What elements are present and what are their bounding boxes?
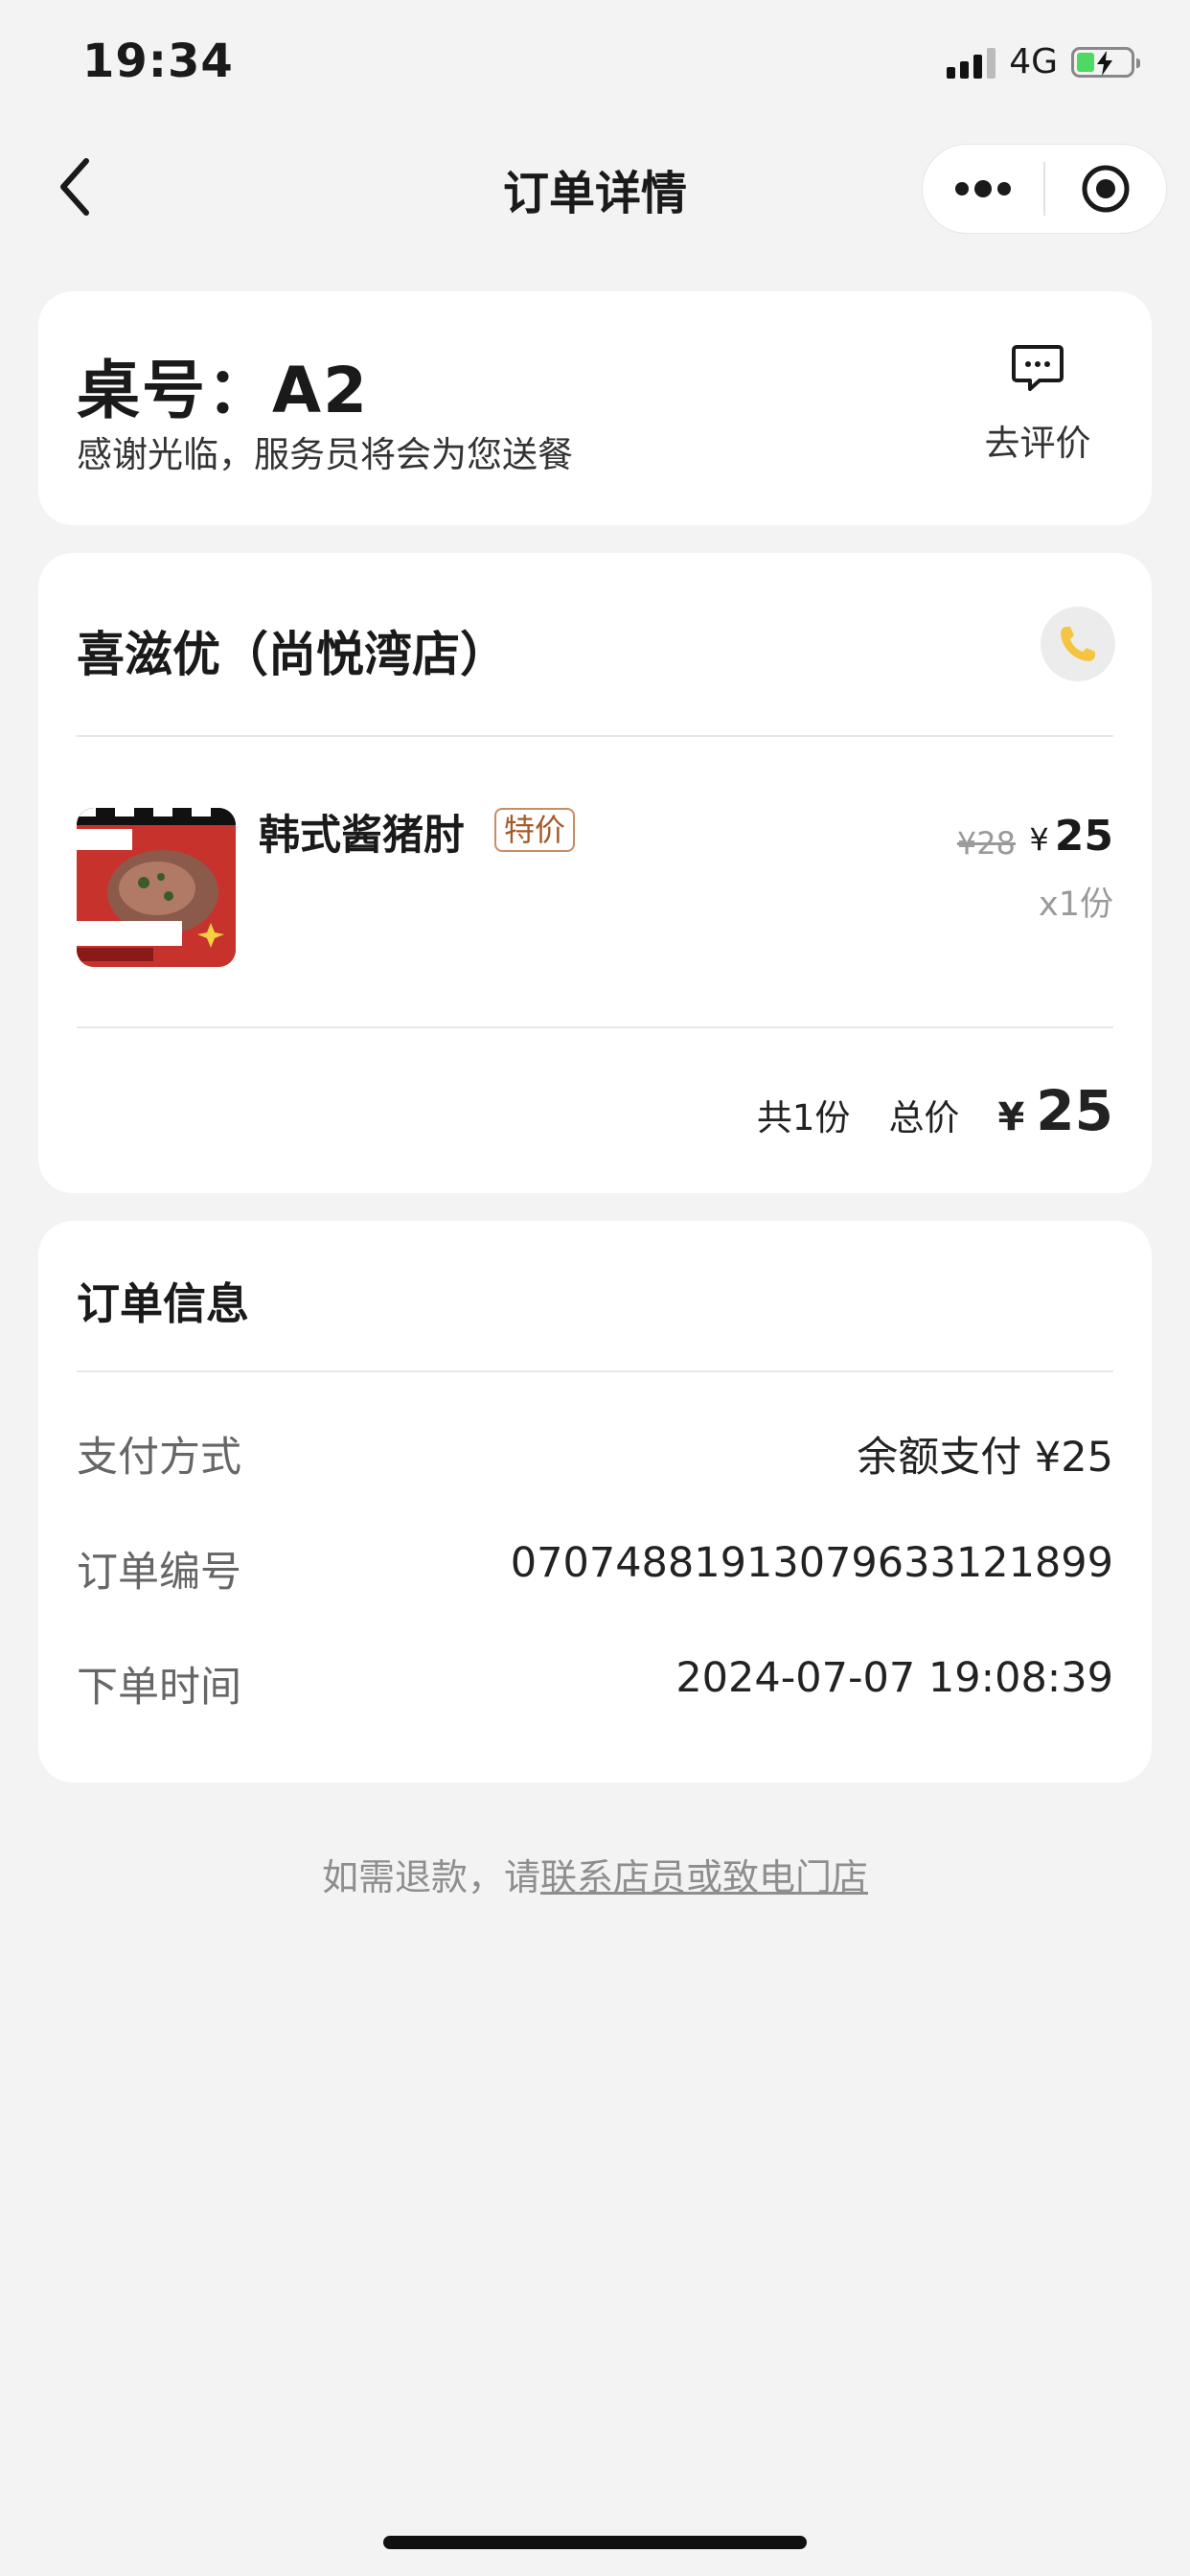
status-icons: 4G bbox=[947, 42, 1140, 81]
row-value[interactable]: 070748819130796331218​99 bbox=[511, 1539, 1113, 1598]
status-time: 19:34 bbox=[82, 34, 234, 88]
divider bbox=[77, 1026, 1113, 1028]
order-time-row: 下单时间 2024-07-07 19:08:39 bbox=[77, 1654, 1113, 1714]
battery-icon bbox=[1071, 46, 1140, 78]
original-price: ¥28 bbox=[956, 825, 1016, 862]
network-type: 4G bbox=[1009, 42, 1058, 81]
item-quantity: x1份 bbox=[1039, 886, 1113, 924]
table-number: 桌号：A2 bbox=[77, 354, 370, 427]
call-shop-button[interactable] bbox=[1041, 607, 1115, 681]
row-label: 下单时间 bbox=[77, 1664, 241, 1712]
row-label: 支付方式 bbox=[77, 1434, 241, 1482]
row-value: 余额支付 ¥25 bbox=[857, 1434, 1113, 1482]
total-row: 共1份 总价 ¥25 bbox=[757, 1078, 1113, 1143]
order-info-title: 订单信息 bbox=[77, 1278, 250, 1329]
order-info-card: 订单信息 支付方式 余额支付 ¥25 订单编号 0707488191307963… bbox=[38, 1221, 1152, 1782]
total-label: 总价 bbox=[888, 1097, 960, 1138]
chat-bubble-icon bbox=[1012, 345, 1064, 391]
table-card: 桌号：A2 感谢光临，服务员将会为您送餐 去评价 bbox=[38, 291, 1152, 525]
target-close-icon bbox=[1082, 165, 1130, 213]
more-dots-icon bbox=[955, 180, 1011, 197]
row-value: 2024-07-07 19:08:39 bbox=[675, 1654, 1113, 1702]
contact-store-link[interactable]: 联系店员或致电门店 bbox=[540, 1856, 868, 1898]
close-mini-program-button[interactable] bbox=[1045, 145, 1166, 233]
order-number-row: 订单编号 070748819130796331218​99 bbox=[77, 1539, 1113, 1598]
special-price-tag: 特价 bbox=[494, 808, 576, 852]
shop-card: 喜滋优（尚悦湾店） 韩式酱猪肘 特价 ¥28 ¥25 x1份 共1份 总价 ¥2… bbox=[38, 553, 1152, 1193]
mini-program-capsule bbox=[922, 144, 1167, 234]
row-label: 订单编号 bbox=[77, 1549, 241, 1597]
refund-note: 如需退款，请联系店员或致电门店 bbox=[0, 1848, 1190, 1900]
total-amount: ¥25 bbox=[997, 1078, 1113, 1143]
refund-prefix: 如需退款，请 bbox=[321, 1856, 540, 1898]
review-button[interactable]: 去评价 bbox=[975, 343, 1100, 466]
divider bbox=[77, 1370, 1113, 1372]
table-subtitle: 感谢光临，服务员将会为您送餐 bbox=[77, 434, 573, 475]
more-button[interactable] bbox=[923, 145, 1043, 233]
review-label: 去评价 bbox=[984, 423, 1091, 464]
divider bbox=[77, 735, 1113, 737]
home-indicator[interactable] bbox=[383, 2536, 807, 2549]
payment-method-row: 支付方式 余额支付 ¥25 bbox=[77, 1424, 1113, 1484]
item-thumbnail[interactable] bbox=[77, 808, 236, 967]
item-price: ¥25 bbox=[1029, 812, 1113, 861]
shop-name: 喜滋优（尚悦湾店） bbox=[77, 627, 508, 682]
signal-icon bbox=[947, 46, 996, 79]
item-name: 韩式酱猪肘 bbox=[259, 812, 465, 860]
item-count: 共1份 bbox=[756, 1097, 851, 1138]
phone-icon bbox=[1061, 627, 1095, 661]
